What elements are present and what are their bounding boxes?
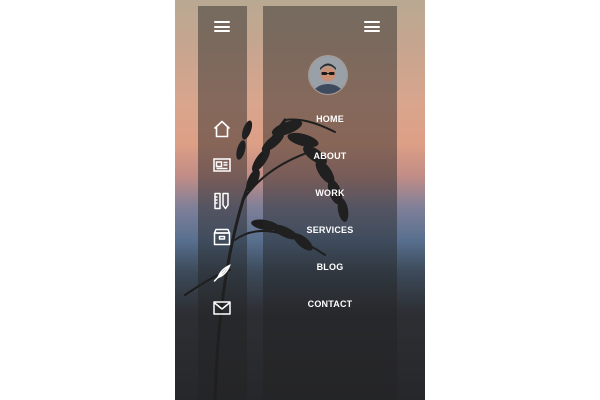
quill-icon[interactable] [211, 262, 233, 284]
nav-item-contact[interactable]: CONTACT [263, 299, 397, 309]
id-card-icon[interactable] [211, 154, 233, 176]
icon-sidebar [198, 6, 247, 400]
avatar [309, 56, 347, 94]
envelope-icon[interactable] [211, 297, 233, 319]
hamburger-menu-icon[interactable] [364, 21, 380, 32]
navigation-panel: HOME ABOUT WORK SERVICES BLOG CONTACT [263, 6, 397, 400]
nav-item-services[interactable]: SERVICES [263, 225, 397, 235]
nav-item-blog[interactable]: BLOG [263, 262, 397, 272]
hamburger-menu-icon[interactable] [214, 21, 230, 32]
tools-icon[interactable] [211, 190, 233, 212]
nav-item-work[interactable]: WORK [263, 188, 397, 198]
box-icon[interactable] [211, 226, 233, 248]
nav-item-about[interactable]: ABOUT [263, 151, 397, 161]
nav-item-home[interactable]: HOME [263, 114, 397, 124]
home-icon[interactable] [211, 118, 233, 140]
mobile-screen: HOME ABOUT WORK SERVICES BLOG CONTACT [175, 0, 425, 400]
